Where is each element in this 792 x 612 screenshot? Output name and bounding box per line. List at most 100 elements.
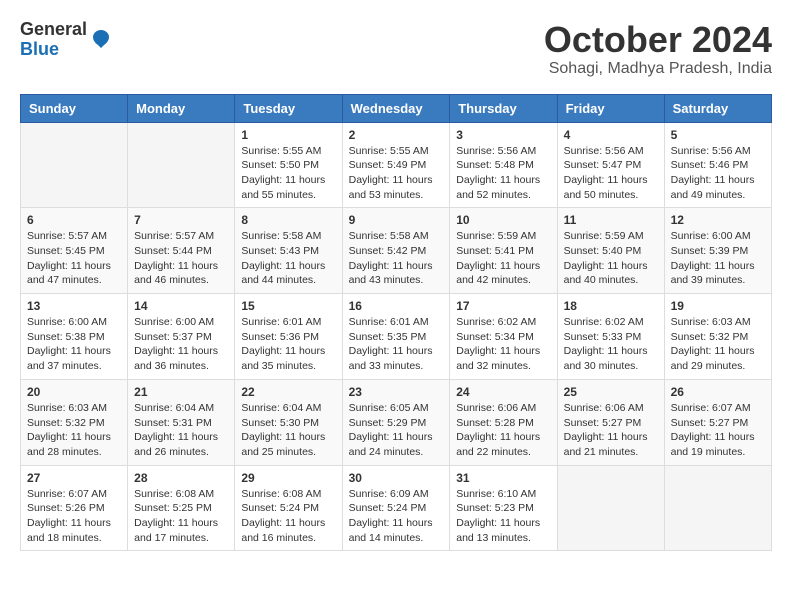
day-number: 26 bbox=[671, 385, 765, 399]
day-number: 12 bbox=[671, 213, 765, 227]
calendar-cell: 4 Sunrise: 5:56 AM Sunset: 5:47 PM Daylig… bbox=[557, 122, 664, 208]
location-subtitle: Sohagi, Madhya Pradesh, India bbox=[544, 60, 772, 78]
day-info: Sunrise: 5:58 AM Sunset: 5:42 PM Dayligh… bbox=[349, 229, 444, 288]
calendar-header-saturday: Saturday bbox=[664, 94, 771, 122]
day-info: Sunrise: 5:56 AM Sunset: 5:47 PM Dayligh… bbox=[564, 144, 658, 203]
day-info: Sunrise: 6:03 AM Sunset: 5:32 PM Dayligh… bbox=[671, 315, 765, 374]
calendar-cell: 12 Sunrise: 6:00 AM Sunset: 5:39 PM Dayli… bbox=[664, 208, 771, 294]
calendar-cell: 11 Sunrise: 5:59 AM Sunset: 5:40 PM Dayli… bbox=[557, 208, 664, 294]
calendar-cell: 15 Sunrise: 6:01 AM Sunset: 5:36 PM Dayli… bbox=[235, 294, 342, 380]
day-number: 8 bbox=[241, 213, 335, 227]
day-number: 23 bbox=[349, 385, 444, 399]
calendar-cell: 26 Sunrise: 6:07 AM Sunset: 5:27 PM Dayli… bbox=[664, 379, 771, 465]
calendar-cell: 27 Sunrise: 6:07 AM Sunset: 5:26 PM Dayli… bbox=[21, 465, 128, 551]
day-number: 3 bbox=[456, 128, 550, 142]
day-info: Sunrise: 6:08 AM Sunset: 5:25 PM Dayligh… bbox=[134, 487, 228, 546]
calendar-cell: 14 Sunrise: 6:00 AM Sunset: 5:37 PM Dayli… bbox=[128, 294, 235, 380]
month-title: October 2024 bbox=[544, 20, 772, 60]
calendar-header-row: SundayMondayTuesdayWednesdayThursdayFrid… bbox=[21, 94, 772, 122]
day-number: 18 bbox=[564, 299, 658, 313]
calendar-table: SundayMondayTuesdayWednesdayThursdayFrid… bbox=[20, 94, 772, 552]
day-number: 29 bbox=[241, 471, 335, 485]
calendar-cell: 30 Sunrise: 6:09 AM Sunset: 5:24 PM Dayli… bbox=[342, 465, 450, 551]
day-info: Sunrise: 6:00 AM Sunset: 5:38 PM Dayligh… bbox=[27, 315, 121, 374]
day-info: Sunrise: 6:01 AM Sunset: 5:36 PM Dayligh… bbox=[241, 315, 335, 374]
day-info: Sunrise: 6:08 AM Sunset: 5:24 PM Dayligh… bbox=[241, 487, 335, 546]
calendar-cell: 21Sunrise: 6:04 AM Sunset: 5:31 PM Dayli… bbox=[128, 379, 235, 465]
calendar-header-friday: Friday bbox=[557, 94, 664, 122]
day-number: 30 bbox=[349, 471, 444, 485]
day-number: 4 bbox=[564, 128, 658, 142]
day-info: Sunrise: 5:57 AM Sunset: 5:45 PM Dayligh… bbox=[27, 229, 121, 288]
calendar-week-5: 27 Sunrise: 6:07 AM Sunset: 5:26 PM Dayli… bbox=[21, 465, 772, 551]
calendar-cell bbox=[128, 122, 235, 208]
day-number: 28 bbox=[134, 471, 228, 485]
day-info: Sunrise: 6:00 AM Sunset: 5:37 PM Dayligh… bbox=[134, 315, 228, 374]
day-number: 16 bbox=[349, 299, 444, 313]
day-info: Sunrise: 6:07 AM Sunset: 5:26 PM Dayligh… bbox=[27, 487, 121, 546]
calendar-header-tuesday: Tuesday bbox=[235, 94, 342, 122]
calendar-cell: 16 Sunrise: 6:01 AM Sunset: 5:35 PM Dayli… bbox=[342, 294, 450, 380]
day-info: Sunrise: 6:06 AM Sunset: 5:28 PM Dayligh… bbox=[456, 401, 550, 460]
calendar-cell: 25 Sunrise: 6:06 AM Sunset: 5:27 PM Dayli… bbox=[557, 379, 664, 465]
day-number: 19 bbox=[671, 299, 765, 313]
calendar-cell: 3 Sunrise: 5:56 AM Sunset: 5:48 PM Daylig… bbox=[450, 122, 557, 208]
calendar-cell: 28 Sunrise: 6:08 AM Sunset: 5:25 PM Dayli… bbox=[128, 465, 235, 551]
day-info: Sunrise: 6:04 AM Sunset: 5:30 PM Dayligh… bbox=[241, 401, 335, 460]
day-info: Sunrise: 5:55 AM Sunset: 5:49 PM Dayligh… bbox=[349, 144, 444, 203]
title-section: October 2024 Sohagi, Madhya Pradesh, Ind… bbox=[544, 20, 772, 78]
day-info: Sunrise: 5:56 AM Sunset: 5:48 PM Dayligh… bbox=[456, 144, 550, 203]
calendar-cell: 17Sunrise: 6:02 AM Sunset: 5:34 PM Dayli… bbox=[450, 294, 557, 380]
calendar-cell: 20 Sunrise: 6:03 AM Sunset: 5:32 PM Dayli… bbox=[21, 379, 128, 465]
day-info: Sunrise: 5:59 AM Sunset: 5:41 PM Dayligh… bbox=[456, 229, 550, 288]
calendar-cell: 19 Sunrise: 6:03 AM Sunset: 5:32 PM Dayli… bbox=[664, 294, 771, 380]
calendar-cell: 7Sunrise: 5:57 AM Sunset: 5:44 PM Daylig… bbox=[128, 208, 235, 294]
day-number: 7 bbox=[134, 213, 228, 227]
calendar-header-thursday: Thursday bbox=[450, 94, 557, 122]
day-number: 11 bbox=[564, 213, 658, 227]
day-info: Sunrise: 6:03 AM Sunset: 5:32 PM Dayligh… bbox=[27, 401, 121, 460]
day-number: 25 bbox=[564, 385, 658, 399]
day-info: Sunrise: 5:56 AM Sunset: 5:46 PM Dayligh… bbox=[671, 144, 765, 203]
day-info: Sunrise: 6:01 AM Sunset: 5:35 PM Dayligh… bbox=[349, 315, 444, 374]
day-info: Sunrise: 6:10 AM Sunset: 5:23 PM Dayligh… bbox=[456, 487, 550, 546]
day-info: Sunrise: 6:02 AM Sunset: 5:33 PM Dayligh… bbox=[564, 315, 658, 374]
day-number: 13 bbox=[27, 299, 121, 313]
calendar-cell: 5 Sunrise: 5:56 AM Sunset: 5:46 PM Daylig… bbox=[664, 122, 771, 208]
day-info: Sunrise: 6:09 AM Sunset: 5:24 PM Dayligh… bbox=[349, 487, 444, 546]
day-info: Sunrise: 6:00 AM Sunset: 5:39 PM Dayligh… bbox=[671, 229, 765, 288]
calendar-cell bbox=[557, 465, 664, 551]
day-info: Sunrise: 5:55 AM Sunset: 5:50 PM Dayligh… bbox=[241, 144, 335, 203]
calendar-week-1: 1Sunrise: 5:55 AM Sunset: 5:50 PM Daylig… bbox=[21, 122, 772, 208]
calendar-cell: 31Sunrise: 6:10 AM Sunset: 5:23 PM Dayli… bbox=[450, 465, 557, 551]
calendar-week-2: 6Sunrise: 5:57 AM Sunset: 5:45 PM Daylig… bbox=[21, 208, 772, 294]
day-info: Sunrise: 6:06 AM Sunset: 5:27 PM Dayligh… bbox=[564, 401, 658, 460]
calendar-week-4: 20 Sunrise: 6:03 AM Sunset: 5:32 PM Dayli… bbox=[21, 379, 772, 465]
calendar-cell: 9Sunrise: 5:58 AM Sunset: 5:42 PM Daylig… bbox=[342, 208, 450, 294]
day-number: 2 bbox=[349, 128, 444, 142]
day-info: Sunrise: 6:07 AM Sunset: 5:27 PM Dayligh… bbox=[671, 401, 765, 460]
day-number: 27 bbox=[27, 471, 121, 485]
calendar-week-3: 13 Sunrise: 6:00 AM Sunset: 5:38 PM Dayli… bbox=[21, 294, 772, 380]
day-number: 20 bbox=[27, 385, 121, 399]
calendar-cell bbox=[21, 122, 128, 208]
calendar-header-wednesday: Wednesday bbox=[342, 94, 450, 122]
day-info: Sunrise: 6:04 AM Sunset: 5:31 PM Dayligh… bbox=[134, 401, 228, 460]
day-info: Sunrise: 5:58 AM Sunset: 5:43 PM Dayligh… bbox=[241, 229, 335, 288]
calendar-cell: 18 Sunrise: 6:02 AM Sunset: 5:33 PM Dayli… bbox=[557, 294, 664, 380]
day-info: Sunrise: 5:59 AM Sunset: 5:40 PM Dayligh… bbox=[564, 229, 658, 288]
day-number: 10 bbox=[456, 213, 550, 227]
logo: General Blue bbox=[20, 20, 113, 60]
day-number: 15 bbox=[241, 299, 335, 313]
calendar-cell: 1Sunrise: 5:55 AM Sunset: 5:50 PM Daylig… bbox=[235, 122, 342, 208]
logo-general: General bbox=[20, 20, 87, 40]
day-number: 5 bbox=[671, 128, 765, 142]
logo-icon bbox=[89, 28, 113, 52]
calendar-cell: 22Sunrise: 6:04 AM Sunset: 5:30 PM Dayli… bbox=[235, 379, 342, 465]
logo-blue: Blue bbox=[20, 40, 87, 60]
page-header: General Blue October 2024 Sohagi, Madhya… bbox=[20, 20, 772, 78]
day-number: 17 bbox=[456, 299, 550, 313]
day-number: 14 bbox=[134, 299, 228, 313]
calendar-cell: 6Sunrise: 5:57 AM Sunset: 5:45 PM Daylig… bbox=[21, 208, 128, 294]
calendar-cell: 8 Sunrise: 5:58 AM Sunset: 5:43 PM Daylig… bbox=[235, 208, 342, 294]
